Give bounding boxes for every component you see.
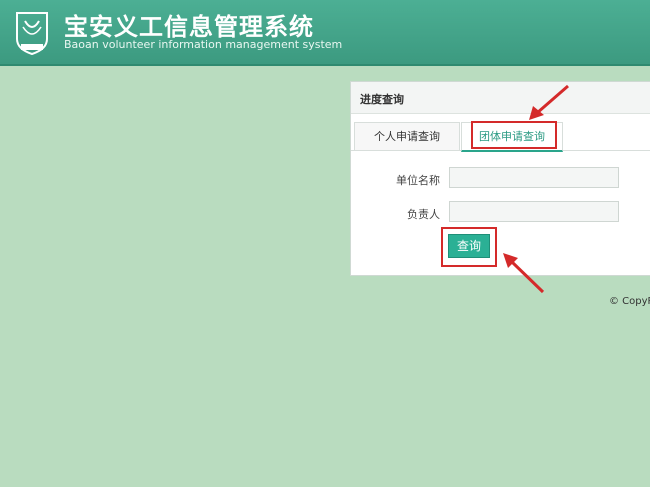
arrow-to-query-button-icon [503, 253, 545, 294]
copyright-text: © CopyR [609, 296, 650, 307]
arrow-to-group-tab-icon [529, 84, 569, 120]
annotation-arrows [503, 84, 569, 294]
